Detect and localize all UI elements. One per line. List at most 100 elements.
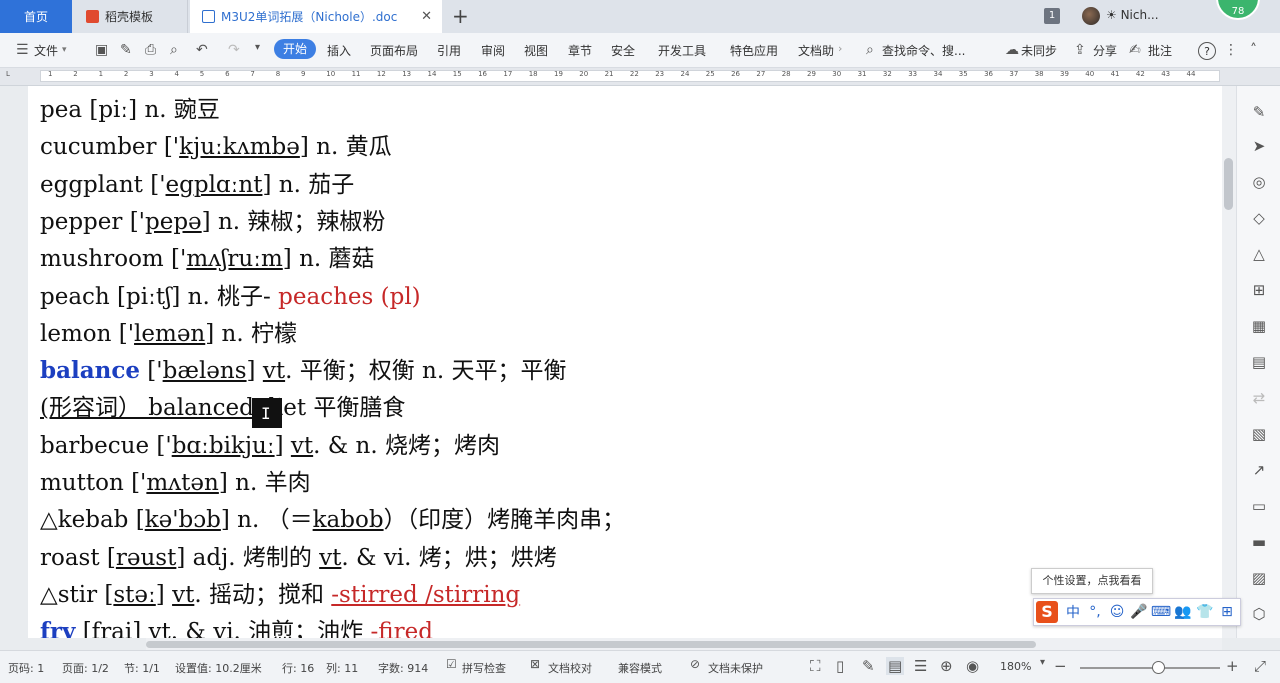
help-icon[interactable]: ? bbox=[1198, 42, 1216, 60]
document-line[interactable]: pea [piː] n. 豌豆 bbox=[40, 90, 220, 124]
ime-punctuation[interactable]: °, bbox=[1084, 604, 1106, 620]
image-icon[interactable]: ▧ bbox=[1251, 426, 1267, 442]
document-line[interactable]: eggplant ['egplɑːnt] n. 茄子 bbox=[40, 165, 354, 199]
document-icon[interactable]: ▭ bbox=[1251, 498, 1267, 514]
fill-icon[interactable]: △ bbox=[1251, 246, 1267, 262]
ribbon-scroll-right-icon[interactable]: › bbox=[838, 42, 842, 55]
document-line[interactable]: (形容词） balanced diet 平衡膳食 bbox=[40, 388, 405, 422]
grid-icon[interactable]: ▦ bbox=[1251, 318, 1267, 334]
quick-access-dropdown-icon[interactable]: ▾ bbox=[255, 42, 260, 53]
write-mode-icon[interactable]: ✎ bbox=[862, 657, 875, 675]
tab-doc-assistant[interactable]: 文档助 bbox=[798, 33, 834, 67]
chart-icon[interactable]: ▤ bbox=[1251, 354, 1267, 370]
ime-chinese-mode[interactable]: 中 bbox=[1062, 602, 1084, 622]
zoom-slider-knob[interactable] bbox=[1152, 661, 1165, 674]
picture-icon[interactable]: ▨ bbox=[1251, 570, 1267, 586]
ime-skin-icon[interactable]: 👕 bbox=[1194, 604, 1216, 620]
reading-mode-icon[interactable]: ▯ bbox=[836, 657, 844, 675]
tab-special[interactable]: 特色应用 bbox=[730, 33, 778, 67]
ime-emoji-icon[interactable]: ☺ bbox=[1106, 604, 1128, 620]
ime-tooltip[interactable]: 个性设置，点我看看 bbox=[1031, 568, 1153, 594]
document-line[interactable]: barbecue ['bɑːbikjuː] vt. & n. 烧烤；烤肉 bbox=[40, 426, 500, 460]
outline-view-icon[interactable]: ☰ bbox=[914, 657, 927, 675]
ime-keyboard-icon[interactable]: ⌨ bbox=[1150, 604, 1172, 620]
add-tab-icon[interactable]: + bbox=[452, 4, 469, 28]
zoom-level[interactable]: 180% bbox=[1000, 660, 1031, 673]
tab-template[interactable]: 稻壳模板 bbox=[74, 0, 188, 33]
edit-icon[interactable]: ✎ bbox=[1251, 104, 1267, 120]
document-line[interactable]: roast [rəust] adj. 烤制的 vt. & vi. 烤；烘；烘烤 bbox=[40, 538, 557, 572]
tab-references[interactable]: 引用 bbox=[437, 33, 461, 67]
collapse-ribbon-icon[interactable]: ˄ bbox=[1250, 42, 1257, 58]
select-icon[interactable]: ➤ bbox=[1251, 138, 1267, 154]
tab-view[interactable]: 视图 bbox=[524, 33, 548, 67]
tab-security[interactable]: 安全 bbox=[611, 33, 635, 67]
more-icon[interactable]: ⋮ bbox=[1224, 42, 1238, 58]
horizontal-ruler[interactable]: L 1 2 1 2 3 4 5 6 7 8 9 10 11 12 13 14 15 16 17 18 19 20 21 22 23… bbox=[0, 68, 1280, 86]
shapes-icon[interactable]: ◇ bbox=[1251, 210, 1267, 226]
ime-voice-icon[interactable]: 🎤 bbox=[1128, 604, 1150, 620]
vertical-scroll-thumb[interactable] bbox=[1224, 158, 1233, 210]
avatar[interactable] bbox=[1082, 7, 1100, 25]
ime-apps-icon[interactable]: ⊞ bbox=[1216, 604, 1238, 620]
tab-insert[interactable]: 插入 bbox=[327, 33, 351, 67]
document-line[interactable]: △kebab [kə'bɔb] n. （＝kabob）（印度）烤腌羊肉串； bbox=[40, 500, 625, 534]
spell-check-button[interactable]: 拼写检查 bbox=[462, 660, 506, 676]
zoom-in-icon[interactable]: + bbox=[1226, 657, 1239, 675]
score-badge[interactable]: 78 bbox=[1216, 0, 1260, 20]
web-view-icon[interactable]: ⊕ bbox=[940, 657, 953, 675]
format-painter-icon[interactable]: ✎ bbox=[120, 42, 132, 58]
document-line[interactable]: lemon ['lemən] n. 柠檬 bbox=[40, 314, 297, 348]
sogou-logo-icon[interactable]: S bbox=[1036, 601, 1058, 623]
page-view-icon[interactable]: ▤ bbox=[886, 657, 905, 675]
tab-home[interactable]: 首页 bbox=[0, 0, 72, 33]
ime-users-icon[interactable]: 👥 bbox=[1172, 604, 1194, 620]
status-words[interactable]: 字数: 914 bbox=[378, 660, 428, 676]
file-menu[interactable]: 文件 ▾ bbox=[34, 33, 67, 67]
protect-status[interactable]: 文档未保护 bbox=[708, 660, 763, 676]
export-icon[interactable]: ↗ bbox=[1251, 462, 1267, 478]
tab-developer[interactable]: 开发工具 bbox=[658, 33, 706, 67]
print-icon[interactable]: ⎙ bbox=[145, 42, 156, 58]
tab-review[interactable]: 审阅 bbox=[481, 33, 505, 67]
zoom-out-icon[interactable]: − bbox=[1054, 657, 1067, 675]
fullscreen-icon[interactable]: ⛶ bbox=[810, 657, 821, 675]
horizontal-scrollbar[interactable] bbox=[146, 638, 1222, 650]
document-line[interactable]: △stir [stəː] vt. 摇动；搅和 -stirred /stirrin… bbox=[40, 575, 520, 609]
ime-toolbar[interactable]: S 中 °, ☺ 🎤 ⌨ 👥 👕 ⊞ bbox=[1033, 598, 1241, 626]
document-line[interactable]: peach [piːtʃ] n. 桃子- peaches (pl) bbox=[40, 277, 421, 311]
save-icon[interactable]: ▣ bbox=[95, 42, 108, 58]
table-icon[interactable]: ⊞ bbox=[1251, 282, 1267, 298]
document-line[interactable]: balance ['bæləns] vt. 平衡；权衡 n. 天平；平衡 bbox=[40, 351, 566, 385]
zoom-slider[interactable] bbox=[1080, 667, 1220, 669]
document-line[interactable]: mutton ['mʌtən] n. 羊肉 bbox=[40, 463, 311, 497]
document-line[interactable]: fry [frai] vt. & vi. 油煎；油炸 -fired bbox=[40, 612, 433, 638]
undo-icon[interactable]: ↶ bbox=[196, 42, 208, 58]
vertical-scrollbar[interactable] bbox=[1222, 86, 1236, 638]
tab-chapter[interactable]: 章节 bbox=[568, 33, 592, 67]
document-line[interactable]: cucumber ['kjuːkʌmbə] n. 黄瓜 bbox=[40, 127, 392, 161]
archive-icon[interactable]: ▬ bbox=[1251, 534, 1267, 550]
refresh-icon[interactable]: ⇄ bbox=[1251, 390, 1267, 406]
hex-icon[interactable]: ⬡ bbox=[1251, 606, 1267, 622]
proofread-button[interactable]: 文档校对 bbox=[548, 660, 592, 676]
location-icon[interactable]: ◎ bbox=[1251, 174, 1267, 190]
horizontal-scroll-thumb[interactable] bbox=[146, 641, 1036, 648]
menu-icon[interactable]: ☰ bbox=[16, 42, 29, 58]
redo-icon[interactable]: ↷ bbox=[228, 42, 240, 58]
tab-start[interactable]: 开始 bbox=[274, 39, 316, 59]
user-name[interactable]: ☀ Nich... bbox=[1106, 8, 1159, 22]
search-commands[interactable]: 查找命令、搜... bbox=[882, 33, 965, 67]
close-tab-icon[interactable]: ✕ bbox=[421, 9, 432, 24]
print-preview-icon[interactable]: ⌕ bbox=[170, 42, 178, 58]
tab-page-layout[interactable]: 页面布局 bbox=[370, 33, 418, 67]
document-page[interactable]: pea [piː] n. 豌豆 cucumber ['kjuːkʌmbə] n. … bbox=[28, 86, 1222, 638]
fit-page-icon[interactable]: ⤢ bbox=[1254, 657, 1266, 675]
sync-status[interactable]: 未同步 bbox=[1021, 33, 1057, 67]
document-line[interactable]: mushroom ['mʌʃruːm] n. 蘑菇 bbox=[40, 239, 375, 273]
eye-protect-icon[interactable]: ◉ bbox=[966, 657, 979, 675]
document-line[interactable]: pepper ['pepə] n. 辣椒；辣椒粉 bbox=[40, 202, 385, 236]
window-count-badge[interactable]: 1 bbox=[1044, 8, 1060, 24]
tab-document[interactable]: M3U2单词拓展（Nichole）.doc ✕ bbox=[190, 0, 442, 33]
share-button[interactable]: 分享 bbox=[1093, 33, 1117, 67]
